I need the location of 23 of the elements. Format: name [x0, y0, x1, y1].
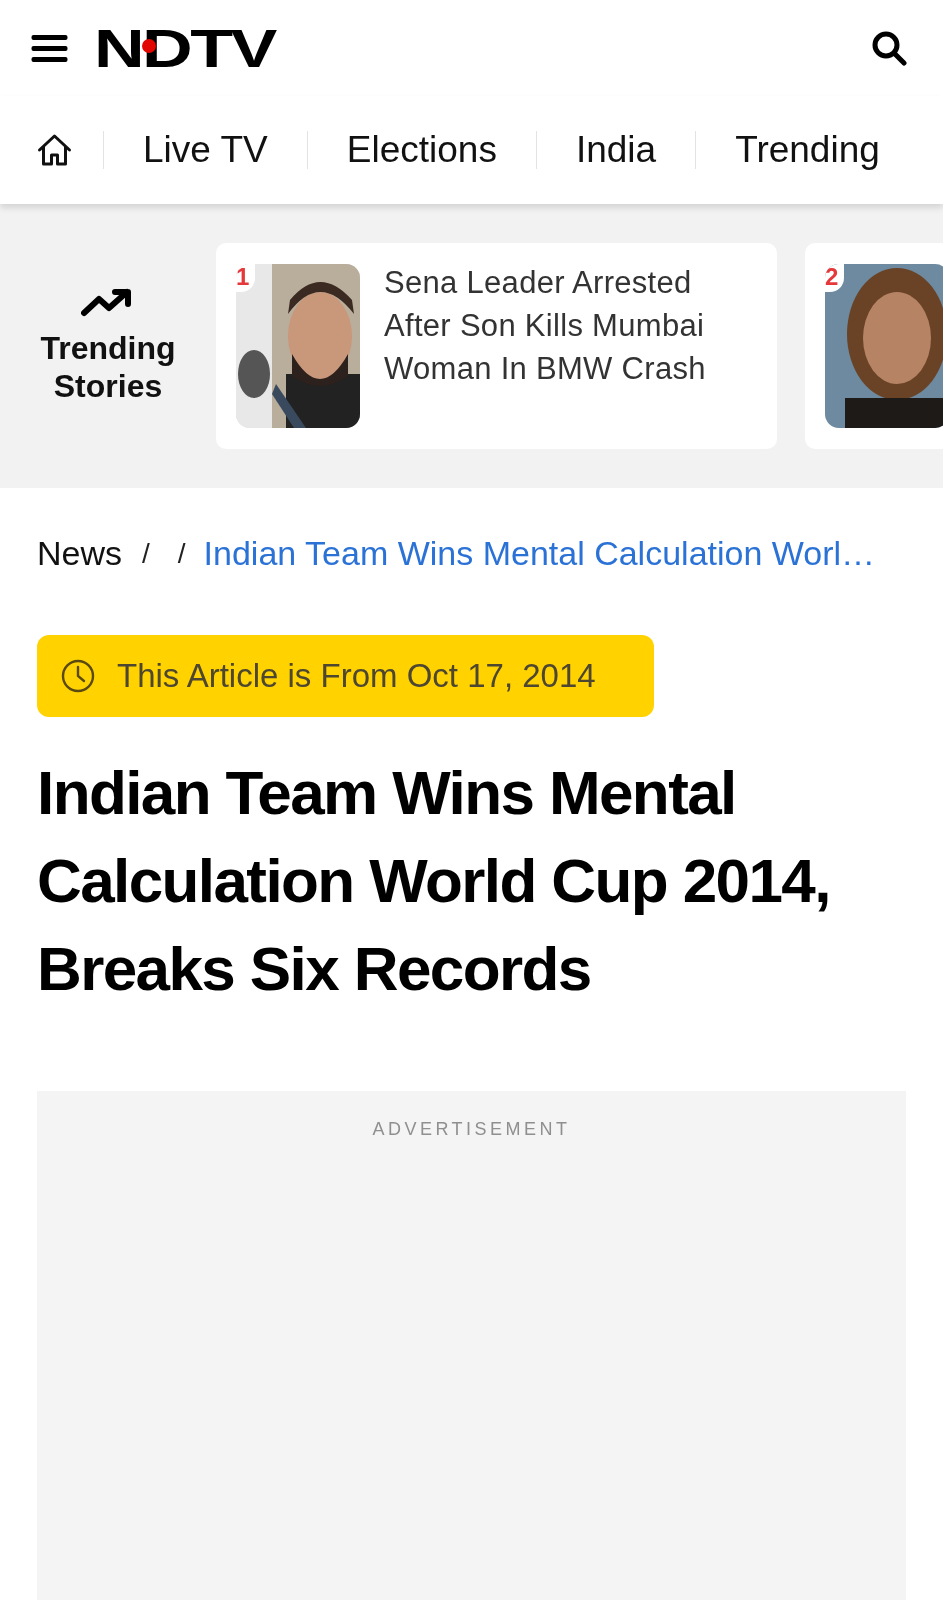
- home-icon[interactable]: [36, 133, 73, 167]
- article-date: This Article is From Oct 17, 2014: [117, 657, 596, 695]
- logo-dot: [142, 39, 156, 53]
- rank-number: 1: [236, 264, 256, 292]
- story-card[interactable]: 1 Sena Leader Arrested After Son Kills Mumbai Woman In BMW Crash: [216, 243, 777, 449]
- search-icon[interactable]: [871, 30, 907, 66]
- section-title: Trending Stories: [39, 329, 177, 405]
- nav-link[interactable]: Trending: [696, 129, 919, 171]
- nav-link[interactable]: Elections: [307, 129, 536, 171]
- logo[interactable]: NDTV: [94, 21, 275, 75]
- breadcrumb-separator: /: [177, 537, 186, 570]
- story-headline[interactable]: Sena Leader Arrested After Son Kills Mumbai Woman In BMW Crash: [384, 261, 729, 390]
- menu-icon[interactable]: [31, 33, 68, 63]
- clock-icon: [61, 659, 95, 693]
- rank-number: 2: [825, 264, 845, 292]
- advertisement-label: ADVERTISEMENT: [372, 1119, 571, 1140]
- breadcrumb-link[interactable]: News: [37, 534, 123, 573]
- nav-link[interactable]: Live TV: [104, 129, 307, 171]
- nav-link[interactable]: India: [536, 129, 696, 171]
- story-card[interactable]: 2: [805, 243, 943, 449]
- breadcrumb-separator: /: [142, 537, 150, 570]
- breadcrumb-current[interactable]: Indian Team Wins Mental Calculation Worl…: [203, 534, 876, 573]
- article-headline: Indian Team Wins Mental Calculation World Cup 2014, Breaks Six Records: [37, 757, 831, 1005]
